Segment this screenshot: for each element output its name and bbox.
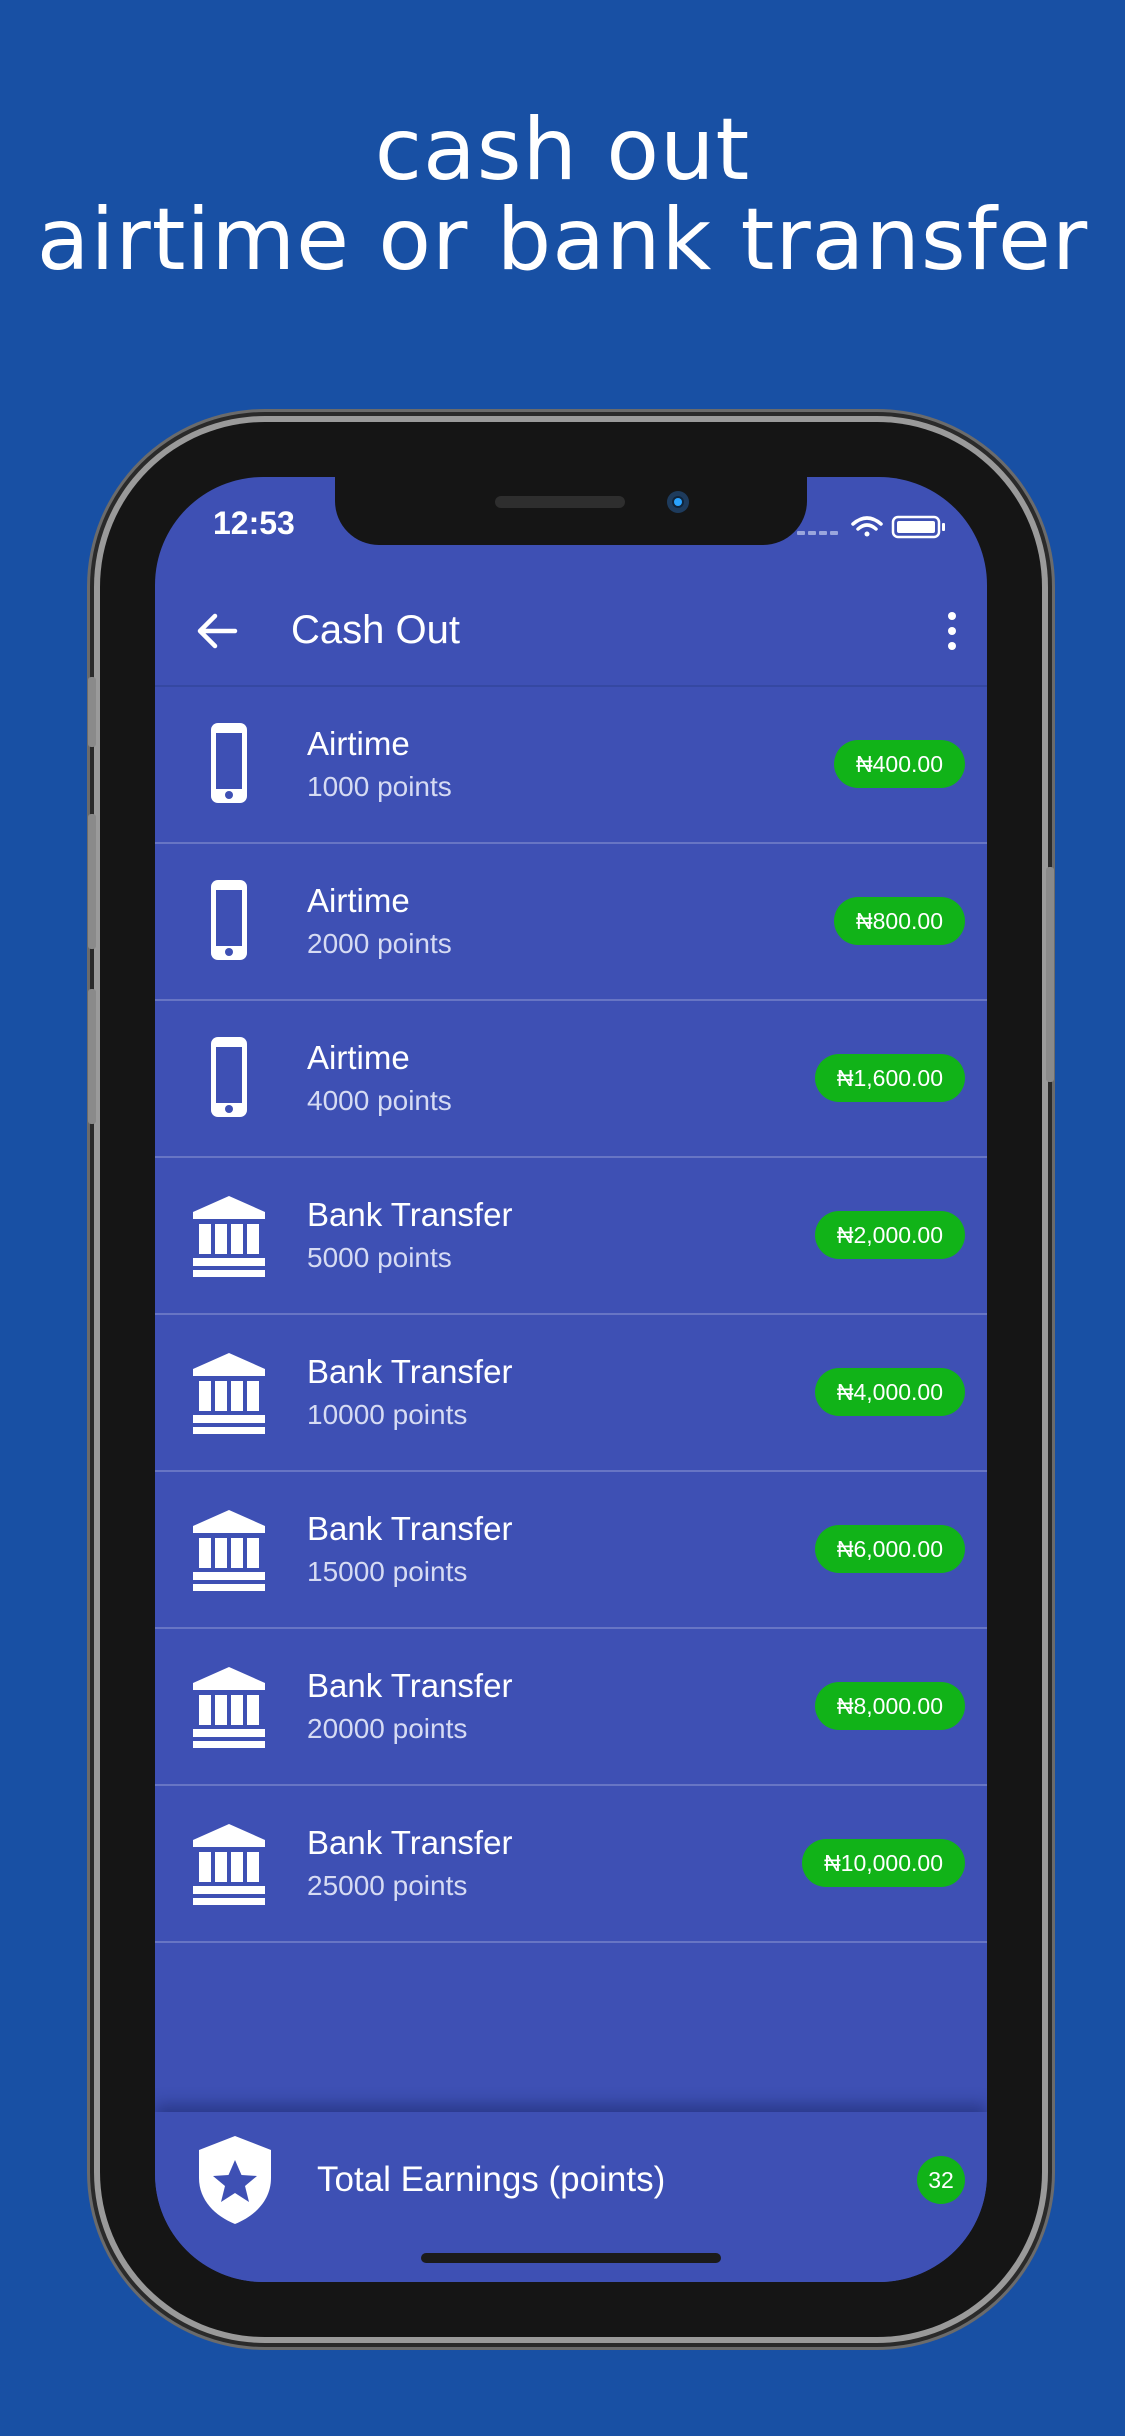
item-points: 10000 points [307, 1399, 468, 1430]
item-points: 20000 points [307, 1713, 468, 1744]
power-button [1046, 867, 1054, 1082]
page-title: Cash Out [291, 608, 460, 652]
bank-icon [189, 1663, 269, 1749]
item-title: Bank Transfer [307, 1510, 513, 1547]
speaker-grille [495, 496, 625, 508]
wifi-icon [851, 516, 883, 537]
headline: cash out airtime or bank transfer [0, 105, 1125, 285]
arrow-back-icon[interactable] [195, 609, 239, 653]
total-earnings-label: Total Earnings (points) [317, 2160, 666, 2199]
amount-badge: ₦6,000.00 [814, 1525, 965, 1573]
list-item[interactable]: Airtime 2000 points ₦800.00 [155, 844, 987, 1001]
status-time: 12:53 [213, 505, 295, 541]
battery-icon [891, 515, 945, 539]
item-title: Bank Transfer [307, 1824, 513, 1861]
list-item[interactable]: Airtime 4000 points ₦1,600.00 [155, 1001, 987, 1158]
amount-badge: ₦400.00 [834, 740, 965, 788]
list-item[interactable]: Bank Transfer 5000 points ₦2,000.00 [155, 1158, 987, 1315]
notch [335, 477, 807, 545]
amount-badge: ₦2,000.00 [814, 1211, 965, 1259]
item-title: Airtime [307, 882, 410, 919]
total-earnings-value: 32 [917, 2156, 965, 2204]
list-item[interactable]: Airtime 1000 points ₦400.00 [155, 687, 987, 844]
silent-switch [88, 677, 96, 747]
amount-badge: ₦4,000.00 [814, 1368, 965, 1416]
item-points: 2000 points [307, 928, 452, 959]
amount-badge: ₦1,600.00 [814, 1054, 965, 1102]
home-indicator[interactable] [421, 2253, 721, 2263]
phone-icon [189, 1035, 269, 1121]
signal-icon [797, 531, 838, 535]
status-icons [797, 515, 945, 539]
phone-icon [189, 721, 269, 807]
amount-badge: ₦10,000.00 [802, 1839, 965, 1887]
cashout-list: Airtime 1000 points ₦400.00 Airtime 2000 poi… [155, 687, 987, 1943]
front-camera [667, 491, 689, 513]
list-item[interactable]: Bank Transfer 15000 points ₦6,000.00 [155, 1472, 987, 1629]
bank-icon [189, 1506, 269, 1592]
volume-up-button [88, 814, 96, 949]
volume-down-button [88, 989, 96, 1124]
shield-star-icon [199, 2136, 271, 2224]
app-screen: 12:53 Cash Out Airtime 1000 points ₦400.… [155, 477, 987, 2282]
item-points: 1000 points [307, 771, 452, 802]
amount-badge: ₦8,000.00 [814, 1682, 965, 1730]
list-item[interactable]: Bank Transfer 20000 points ₦8,000.00 [155, 1629, 987, 1786]
bank-icon [189, 1349, 269, 1435]
bank-icon [189, 1820, 269, 1906]
item-points: 15000 points [307, 1556, 468, 1587]
phone-icon [189, 878, 269, 964]
app-bar: Cash Out [155, 577, 987, 687]
item-title: Bank Transfer [307, 1196, 513, 1233]
more-vert-icon[interactable] [947, 609, 957, 653]
phone-frame: 12:53 Cash Out Airtime 1000 points ₦400.… [88, 422, 1054, 2337]
headline-line-1: cash out [374, 100, 751, 200]
headline-line-2: airtime or bank transfer [36, 190, 1089, 290]
item-title: Airtime [307, 1039, 410, 1076]
item-points: 25000 points [307, 1870, 468, 1901]
item-title: Bank Transfer [307, 1667, 513, 1704]
list-item[interactable]: Bank Transfer 10000 points ₦4,000.00 [155, 1315, 987, 1472]
item-title: Bank Transfer [307, 1353, 513, 1390]
item-points: 4000 points [307, 1085, 452, 1116]
amount-badge: ₦800.00 [834, 897, 965, 945]
bank-icon [189, 1192, 269, 1278]
item-points: 5000 points [307, 1242, 452, 1273]
list-item[interactable]: Bank Transfer 25000 points ₦10,000.00 [155, 1786, 987, 1943]
item-title: Airtime [307, 725, 410, 762]
